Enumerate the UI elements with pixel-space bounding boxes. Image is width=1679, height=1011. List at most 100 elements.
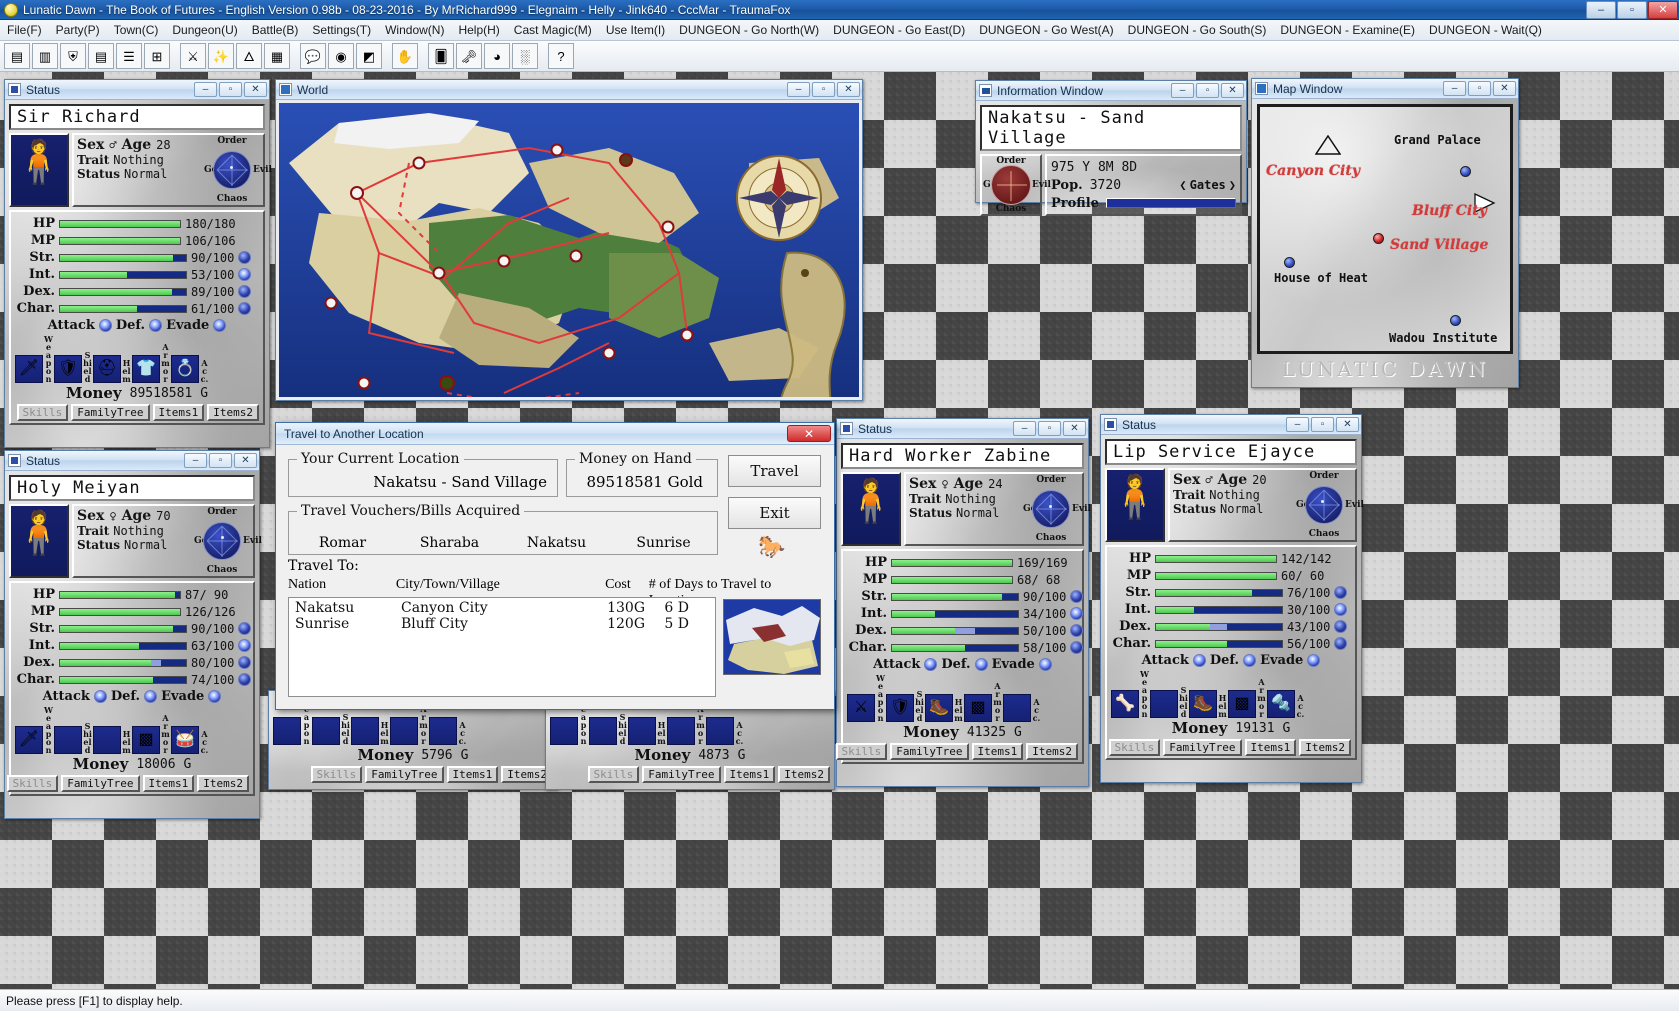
sword-shield-icon[interactable]: ⚔ — [180, 43, 206, 69]
skills-button[interactable]: Skills — [311, 766, 363, 783]
gear-slot-helm[interactable]: 🥾 — [925, 694, 953, 722]
status-close-button[interactable]: ✕ — [244, 82, 267, 97]
table-row[interactable]: Nakatsu Canyon City 130G 6 D — [289, 598, 715, 616]
status-close-button[interactable]: ✕ — [1063, 421, 1086, 436]
maximize-button[interactable]: ▫ — [1617, 1, 1647, 19]
info-maximize-button[interactable]: ▫ — [1196, 83, 1219, 98]
items1-button[interactable]: Items1 — [1245, 739, 1297, 756]
gear-slot-armor[interactable]: 👕 — [132, 355, 160, 383]
character-portrait[interactable]: 🧍 — [841, 472, 901, 546]
map-marker-house-of-heat[interactable] — [1284, 257, 1295, 268]
gates-prev-arrow[interactable]: ❮ — [1179, 178, 1186, 192]
exit-button[interactable]: Exit — [728, 497, 821, 529]
gear-slot-accessory[interactable]: 💍 — [171, 355, 199, 383]
gates-next-arrow[interactable]: ❯ — [1229, 178, 1236, 192]
gear-slot-shield[interactable] — [54, 726, 82, 754]
map-window-titlebar[interactable]: Map Window – ▫ ✕ — [1252, 79, 1518, 99]
gear-slot-accessory[interactable] — [1003, 694, 1031, 722]
gear-slot-armor[interactable]: ▩ — [132, 726, 160, 754]
gear-slot-accessory[interactable]: 🔩 — [1267, 690, 1295, 718]
items1-button[interactable]: Items1 — [447, 766, 499, 783]
information-window-titlebar[interactable]: Information Window – ▫ ✕ — [976, 81, 1246, 101]
status-minimize-button[interactable]: – — [194, 82, 217, 97]
region-map-canvas[interactable]: Canyon City Grand Palace Bluff City Sand… — [1257, 104, 1513, 354]
menu-item-settings-t[interactable]: Settings(T) — [305, 21, 378, 39]
status-titlebar-sir-richard[interactable]: Status – ▫ ✕ — [5, 80, 269, 100]
family-tree-button[interactable]: FamilyTree — [61, 775, 139, 792]
map-minimize-button[interactable]: – — [1443, 81, 1466, 96]
dust-icon[interactable]: ░ — [512, 43, 538, 69]
items2-button[interactable]: Items2 — [1299, 739, 1351, 756]
table-row[interactable]: Sunrise Bluff City 120G 5 D — [289, 616, 715, 632]
map-marker-grand-palace[interactable] — [1460, 166, 1471, 177]
family-tree-button[interactable]: FamilyTree — [642, 766, 720, 783]
family-tree-button[interactable]: FamilyTree — [365, 766, 443, 783]
items2-button[interactable]: Items2 — [778, 766, 830, 783]
gear-slot-helm[interactable] — [93, 726, 121, 754]
menu-item-dungeon-examine-e[interactable]: DUNGEON - Examine(E) — [1273, 21, 1422, 39]
gear-slot-weapon[interactable] — [273, 717, 301, 745]
skills-button[interactable]: Skills — [17, 404, 69, 421]
gear-slot-armor[interactable] — [390, 717, 418, 745]
skills-button[interactable]: Skills — [1109, 739, 1161, 756]
gear-slot-helm[interactable]: 🥾 — [1189, 690, 1217, 718]
status-close-button[interactable]: ✕ — [1336, 417, 1359, 432]
status-close-button[interactable]: ✕ — [234, 453, 257, 468]
items1-button[interactable]: Items1 — [143, 775, 195, 792]
travel-dialog-titlebar[interactable]: Travel to Another Location ✕ — [276, 423, 834, 445]
map-close-button[interactable]: ✕ — [1493, 81, 1516, 96]
scroll-document-icon[interactable]: ▤ — [4, 43, 30, 69]
character-portrait[interactable]: 🧍 — [9, 504, 69, 578]
grid-sheet-icon[interactable]: ⊞ — [144, 43, 170, 69]
status-maximize-button[interactable]: ▫ — [219, 82, 242, 97]
status-window-hard-worker-zabine[interactable]: Status – ▫ ✕ Hard Worker Zabine🧍Sex♀Age2… — [836, 418, 1089, 787]
map-maximize-button[interactable]: ▫ — [1468, 81, 1491, 96]
menu-item-cast-magic-m[interactable]: Cast Magic(M) — [507, 21, 599, 39]
speech-bubble-icon[interactable]: 💬 — [300, 43, 326, 69]
status-titlebar-ejayce[interactable]: Status – ▫ ✕ — [1101, 415, 1361, 435]
gear-slot-accessory[interactable]: 🥁 — [171, 726, 199, 754]
menu-item-use-item-i[interactable]: Use Item(I) — [599, 21, 672, 39]
target-ball-icon[interactable]: ◉ — [328, 43, 354, 69]
items2-button[interactable]: Items2 — [207, 404, 259, 421]
map-marker-wadou-institute[interactable] — [1450, 315, 1461, 326]
world-map-canvas[interactable] — [279, 103, 859, 397]
hand-icon[interactable]: ✋ — [392, 43, 418, 69]
info-close-button[interactable]: ✕ — [1221, 83, 1244, 98]
menu-item-dungeon-wait-q[interactable]: DUNGEON - Wait(Q) — [1422, 21, 1549, 39]
menu-item-dungeon-u[interactable]: Dungeon(U) — [165, 21, 244, 39]
information-window[interactable]: Information Window – ▫ ✕ Nakatsu - Sand … — [975, 80, 1247, 203]
gear-slot-accessory[interactable] — [429, 717, 457, 745]
gear-slot-accessory[interactable] — [706, 717, 734, 745]
gear-slot-helm[interactable] — [628, 717, 656, 745]
items1-button[interactable]: Items1 — [724, 766, 776, 783]
travel-destination-list[interactable]: Nakatsu Canyon City 130G 6 D Sunrise Blu… — [288, 597, 716, 697]
travel-dialog[interactable]: Travel to Another Location ✕ Your Curren… — [275, 422, 835, 710]
gear-slot-shield[interactable]: 🛡 — [886, 694, 914, 722]
menu-item-dungeon-go-north-w[interactable]: DUNGEON - Go North(W) — [672, 21, 826, 39]
gear-slot-weapon[interactable]: 🗡 — [15, 355, 43, 383]
info-minimize-button[interactable]: – — [1171, 83, 1194, 98]
world-close-button[interactable]: ✕ — [837, 82, 860, 97]
key-icon[interactable]: 🗝 — [456, 43, 482, 69]
world-window[interactable]: World – ▫ ✕ — [275, 79, 863, 401]
gear-slot-weapon[interactable] — [550, 717, 578, 745]
items1-button[interactable]: Items1 — [972, 743, 1024, 760]
menu-item-dungeon-go-west-a[interactable]: DUNGEON - Go West(A) — [972, 21, 1120, 39]
menu-item-party-p[interactable]: Party(P) — [49, 21, 107, 39]
gear-slot-weapon[interactable]: 🗡 — [15, 726, 43, 754]
gear-slot-armor[interactable]: ▩ — [964, 694, 992, 722]
gear-slot-armor[interactable] — [667, 717, 695, 745]
stat-bars-icon[interactable]: ▤ — [88, 43, 114, 69]
gear-slot-helm[interactable]: ⛑ — [93, 355, 121, 383]
status-maximize-button[interactable]: ▫ — [209, 453, 232, 468]
family-tree-button[interactable]: FamilyTree — [71, 404, 149, 421]
status-titlebar-zabine[interactable]: Status – ▫ ✕ — [837, 419, 1088, 439]
gear-slot-shield[interactable]: 🛡 — [54, 355, 82, 383]
character-portrait[interactable]: 🧍 — [9, 133, 69, 207]
party-banner-icon[interactable]: ⛨ — [60, 43, 86, 69]
gear-slot-weapon[interactable]: 🦴 — [1111, 690, 1139, 718]
family-tree-button[interactable]: FamilyTree — [890, 743, 968, 760]
gates-selector[interactable]: ❮ Gates ❯ — [1179, 178, 1236, 192]
items2-button[interactable]: Items2 — [197, 775, 249, 792]
